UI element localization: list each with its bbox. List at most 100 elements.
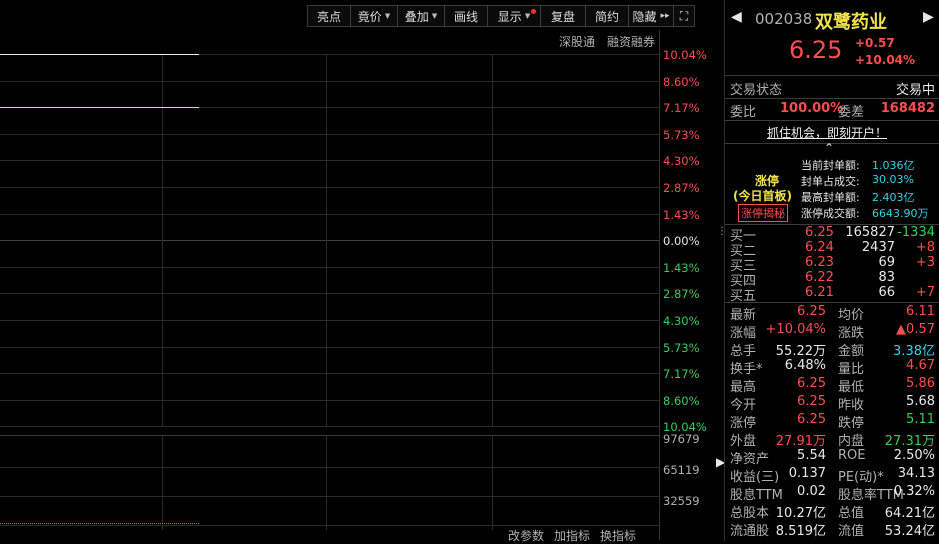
stat-label: 最新 bbox=[730, 308, 757, 323]
stat-label: 内盘 bbox=[838, 434, 865, 449]
stat-label: 昨收 bbox=[838, 398, 865, 413]
hide-arrows-icon: ▸▸ bbox=[660, 11, 670, 21]
stat-value: 6.25 bbox=[797, 376, 826, 391]
stat-value: 5.68 bbox=[906, 394, 935, 409]
bid-row: 买五 6.21 66 +7 bbox=[730, 285, 935, 304]
toolbar-button-1[interactable]: 竟价 ▼ bbox=[350, 5, 398, 27]
stat-row: 收益(三) 0.137 PE(动)* 34.13 bbox=[730, 466, 935, 485]
stat-value: 5.86 bbox=[906, 376, 935, 391]
toolbar-button-label: 显示 bbox=[497, 9, 522, 24]
toolbar-button-4[interactable]: 显示 ▼ bbox=[487, 5, 541, 27]
pct-label-up-4: 4.30% bbox=[663, 154, 700, 169]
toolbar-button-label: 画线 bbox=[453, 9, 478, 24]
dropdown-arrow-icon: ▼ bbox=[431, 12, 438, 20]
price-line bbox=[0, 54, 199, 55]
toolbar-button-label: 叠加 bbox=[404, 9, 429, 24]
stat-label: 量比 bbox=[838, 362, 865, 377]
grid-hline bbox=[0, 293, 660, 295]
stat-row: 总股本 10.27亿 总值 64.21亿 bbox=[730, 502, 935, 521]
volume-vline bbox=[162, 435, 163, 530]
pct-label-zero: 0.00% bbox=[663, 234, 700, 249]
toolbar-button-3[interactable]: 画线 bbox=[444, 5, 488, 27]
stat-value: 5.54 bbox=[797, 448, 826, 463]
stat-row: 最新 6.25 均价 6.11 bbox=[730, 304, 935, 323]
toolbar-button-label: 亮点 bbox=[316, 9, 341, 24]
stat-label: 今开 bbox=[730, 398, 757, 413]
indicator-link-2[interactable]: 换指标 bbox=[600, 527, 636, 544]
stat-row: 今开 6.25 昨收 5.68 bbox=[730, 394, 935, 413]
limit-up-stat-value: 30.03% bbox=[872, 173, 914, 186]
grid-hline bbox=[0, 213, 660, 215]
shen-gu-tong-link[interactable]: 深股通 bbox=[559, 33, 595, 50]
grid-hline bbox=[0, 346, 660, 348]
stat-value: 6.25 bbox=[797, 412, 826, 427]
stat-value: 2.50% bbox=[893, 448, 935, 463]
bid-price: 6.23 bbox=[805, 255, 834, 270]
grid-hline bbox=[0, 426, 660, 428]
stat-label: 净资产 bbox=[730, 452, 770, 467]
stat-label: 总值 bbox=[838, 506, 865, 521]
chart-toolbar: 亮点 竟价 ▼ 叠加 ▼ 画线 显示 ▼ 复盘 简约 隐藏 ▸▸ ⛶ bbox=[307, 5, 695, 27]
dropdown-arrow-icon: ▼ bbox=[524, 12, 531, 20]
toolbar-button-2[interactable]: 叠加 ▼ bbox=[397, 5, 445, 27]
price-change-pct: +10.04% bbox=[855, 53, 916, 67]
pct-label-down-5: 8.60% bbox=[663, 393, 700, 408]
stat-label: 最高 bbox=[730, 380, 757, 395]
stat-row: 净资产 5.54 ROE 2.50% bbox=[730, 448, 935, 467]
grid-hline bbox=[0, 133, 660, 135]
next-stock-icon[interactable]: ▶ bbox=[923, 9, 934, 25]
stat-value: 27.31万 bbox=[884, 434, 935, 449]
grid-hline bbox=[0, 373, 660, 375]
toolbar-button-7[interactable]: 隐藏 ▸▸ bbox=[628, 5, 674, 27]
grid-hline bbox=[0, 80, 660, 82]
toolbar-button-label: ⛶ bbox=[679, 8, 689, 23]
dropdown-arrow-icon: ▼ bbox=[384, 12, 391, 20]
grid-hline bbox=[0, 399, 660, 401]
bid-change: +7 bbox=[915, 285, 935, 300]
limit-up-stat-value: 6643.90万 bbox=[872, 207, 929, 220]
limit-up-stat-label: 涨停成交额: bbox=[801, 207, 860, 220]
stat-label: 均价 bbox=[838, 308, 865, 323]
notification-dot-icon bbox=[531, 9, 536, 14]
stat-label: PE(动)* bbox=[838, 470, 884, 485]
toolbar-button-label: 竟价 bbox=[357, 9, 382, 24]
stat-label: 流通股 bbox=[730, 524, 770, 539]
pct-label-up-3: 5.73% bbox=[663, 127, 700, 142]
stat-label: 涨停 bbox=[730, 416, 757, 431]
bid-change: -1334 bbox=[897, 225, 935, 240]
prev-stock-icon[interactable]: ◀ bbox=[731, 9, 742, 25]
pct-label-up-5: 2.87% bbox=[663, 181, 700, 195]
limit-up-stat-value: 1.036亿 bbox=[872, 159, 915, 172]
toolbar-button-0[interactable]: 亮点 bbox=[307, 5, 351, 27]
stat-value: 64.21亿 bbox=[884, 506, 935, 521]
stock-name: 双鹭药业 bbox=[815, 12, 887, 33]
stat-row: 涨停 6.25 跌停 5.11 bbox=[730, 412, 935, 431]
stat-label: 流值 bbox=[838, 524, 865, 539]
toolbar-button-8[interactable]: ⛶ bbox=[673, 5, 695, 27]
toolbar-button-label: 复盘 bbox=[550, 9, 575, 24]
volume-label-2: 32559 bbox=[663, 494, 700, 508]
pct-label-down-3: 5.73% bbox=[663, 340, 700, 355]
bid-volume: 83 bbox=[878, 270, 895, 285]
stat-value: 8.519亿 bbox=[775, 524, 826, 539]
limit-up-reveal-button[interactable]: 涨停揭秘 bbox=[738, 204, 788, 222]
volume-label-0: 97679 bbox=[663, 432, 700, 446]
grid-hline bbox=[0, 266, 660, 268]
toolbar-button-6[interactable]: 简约 bbox=[585, 5, 629, 27]
grid-vline bbox=[492, 54, 493, 427]
stat-label: 总股本 bbox=[730, 506, 770, 521]
toolbar-button-5[interactable]: 复盘 bbox=[540, 5, 586, 27]
collapse-up-icon[interactable]: ⌃ bbox=[824, 141, 834, 155]
indicator-link-1[interactable]: 加指标 bbox=[554, 527, 590, 544]
limit-up-stat-label: 封单占成交: bbox=[801, 175, 860, 188]
margin-trading-link[interactable]: 融资融券 bbox=[607, 33, 655, 50]
open-account-link[interactable]: 抓住机会，即刻开户！ bbox=[767, 124, 887, 141]
grid-hline bbox=[0, 187, 660, 188]
volume-vline bbox=[326, 435, 327, 530]
stat-label: 外盘 bbox=[730, 434, 757, 449]
pct-label-up-1: 8.60% bbox=[663, 74, 700, 89]
intraday-chart[interactable]: 深股通 融资融券 10.04% 8.60% 7.17% 5.73% 4.30% 2.87%… bbox=[0, 30, 707, 543]
indicator-link-0[interactable]: 改参数 bbox=[508, 527, 544, 544]
toolbar-button-label: 隐藏 bbox=[632, 9, 657, 24]
stat-value: +10.04% bbox=[765, 322, 826, 337]
